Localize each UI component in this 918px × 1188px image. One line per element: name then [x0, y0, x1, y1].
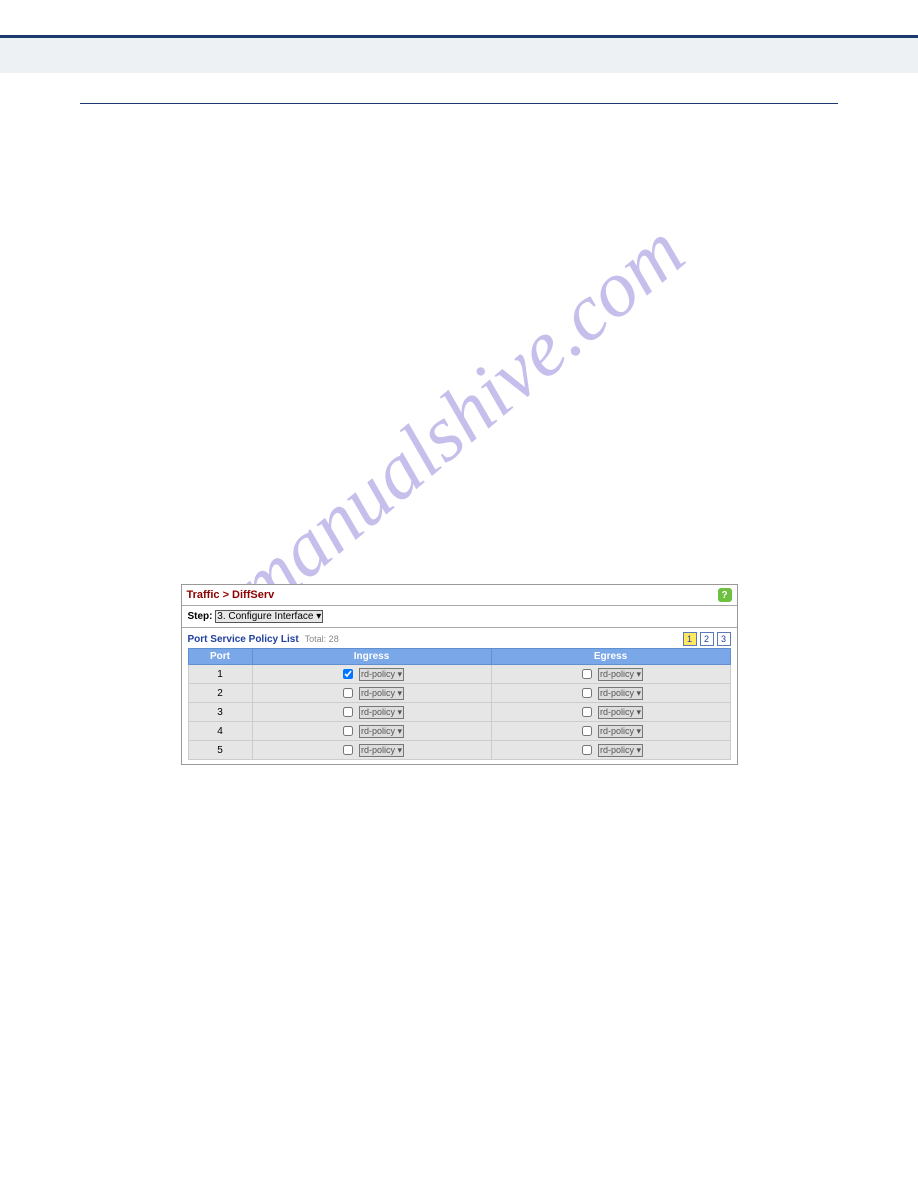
egress-checkbox[interactable] [582, 688, 592, 698]
table-row: 5 rd-policy ▾ rd-policy ▾ [188, 741, 730, 760]
step-select[interactable]: 3. Configure Interface ▾ [215, 610, 323, 623]
cell-port: 2 [188, 684, 252, 703]
cell-ingress: rd-policy ▾ [252, 703, 491, 722]
egress-policy-select[interactable]: rd-policy ▾ [598, 706, 643, 719]
breadcrumb: Traffic > DiffServ [187, 589, 275, 601]
ingress-checkbox[interactable] [343, 669, 353, 679]
cell-ingress: rd-policy ▾ [252, 741, 491, 760]
table-row: 1 rd-policy ▾ rd-policy ▾ [188, 665, 730, 684]
cell-egress: rd-policy ▾ [491, 741, 730, 760]
cell-ingress: rd-policy ▾ [252, 722, 491, 741]
page-2[interactable]: 2 [700, 632, 714, 646]
diffserv-screenshot: Traffic > DiffServ ? Step: 3. Configure … [181, 584, 738, 765]
cell-port: 4 [188, 722, 252, 741]
table-row: 2 rd-policy ▾ rd-policy ▾ [188, 684, 730, 703]
cell-ingress: rd-policy ▾ [252, 665, 491, 684]
egress-checkbox[interactable] [582, 745, 592, 755]
ingress-policy-select[interactable]: rd-policy ▾ [359, 725, 404, 738]
table-row: 3 rd-policy ▾ rd-policy ▾ [188, 703, 730, 722]
egress-policy-select[interactable]: rd-policy ▾ [598, 725, 643, 738]
cell-ingress: rd-policy ▾ [252, 684, 491, 703]
egress-policy-select[interactable]: rd-policy ▾ [598, 744, 643, 757]
ingress-policy-select[interactable]: rd-policy ▾ [359, 706, 404, 719]
ingress-checkbox[interactable] [343, 707, 353, 717]
egress-checkbox[interactable] [582, 726, 592, 736]
table-row: 4 rd-policy ▾ rd-policy ▾ [188, 722, 730, 741]
watermark-text: manualshive.com [216, 206, 702, 634]
list-total: Total: 28 [305, 634, 339, 644]
egress-checkbox[interactable] [582, 707, 592, 717]
egress-policy-select[interactable]: rd-policy ▾ [598, 687, 643, 700]
ingress-policy-select[interactable]: rd-policy ▾ [359, 687, 404, 700]
ingress-policy-select[interactable]: rd-policy ▾ [359, 744, 404, 757]
cell-port: 5 [188, 741, 252, 760]
ingress-checkbox[interactable] [343, 745, 353, 755]
cell-egress: rd-policy ▾ [491, 722, 730, 741]
step-label: Step: [188, 611, 213, 622]
section-divider [80, 103, 838, 104]
col-egress: Egress [491, 649, 730, 665]
page-1[interactable]: 1 [683, 632, 697, 646]
col-port: Port [188, 649, 252, 665]
cell-egress: rd-policy ▾ [491, 684, 730, 703]
pagination: 1 2 3 [683, 632, 731, 646]
cell-egress: rd-policy ▾ [491, 703, 730, 722]
cell-port: 3 [188, 703, 252, 722]
ingress-policy-select[interactable]: rd-policy ▾ [359, 668, 404, 681]
cell-egress: rd-policy ▾ [491, 665, 730, 684]
page-3[interactable]: 3 [717, 632, 731, 646]
list-title: Port Service Policy List [188, 634, 299, 645]
egress-policy-select[interactable]: rd-policy ▾ [598, 668, 643, 681]
header-grey-bar [0, 38, 918, 73]
help-icon[interactable]: ? [718, 588, 732, 602]
cell-port: 1 [188, 665, 252, 684]
col-ingress: Ingress [252, 649, 491, 665]
ingress-checkbox[interactable] [343, 688, 353, 698]
port-policy-table: Port Ingress Egress 1 rd-policy ▾ rd-polic… [188, 648, 731, 760]
egress-checkbox[interactable] [582, 669, 592, 679]
ingress-checkbox[interactable] [343, 726, 353, 736]
